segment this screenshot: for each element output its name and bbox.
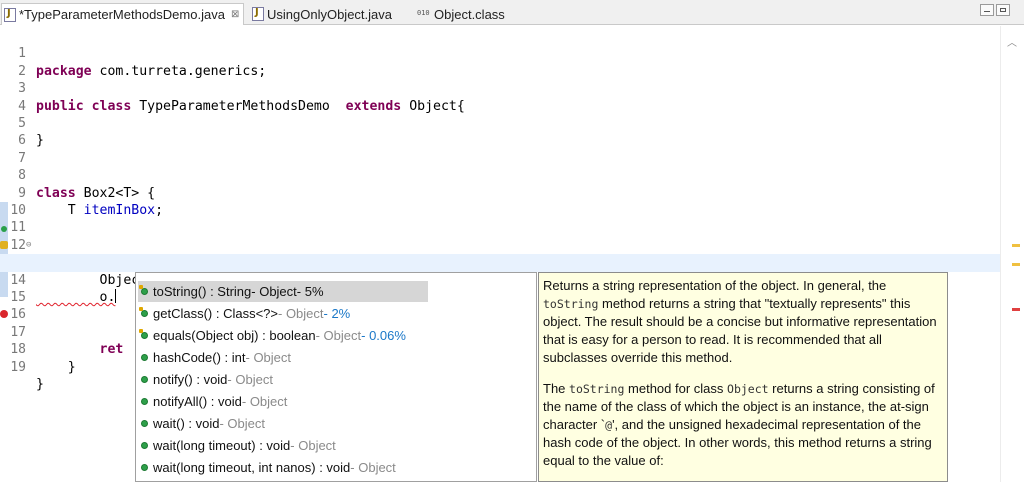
proposal-signature: getClass() : Class<?> [153, 306, 278, 321]
proposal-owner: - Object [290, 438, 336, 453]
proposal-owner: - Object [350, 460, 396, 475]
proposal-signature: hashCode() : int [153, 350, 246, 365]
proposal-signature: wait() : void [153, 416, 220, 431]
method-icon [141, 464, 148, 471]
close-icon[interactable]: ⊠ [231, 9, 239, 20]
maximize-icon[interactable] [996, 4, 1010, 16]
javadoc-paragraph: Returns a string representation of the o… [543, 278, 937, 365]
javadoc-popup[interactable]: Returns a string representation of the o… [538, 272, 948, 482]
proposal-owner: - Object [227, 372, 273, 387]
proposal-item[interactable]: wait() : void - Object [138, 413, 428, 434]
proposal-owner: - Object [278, 306, 324, 321]
code-line: 6 [0, 115, 1000, 148]
proposal-item[interactable]: notifyAll() : void - Object [138, 391, 428, 412]
code-line: 2 [0, 45, 1000, 79]
proposal-signature: notify() : void [153, 372, 228, 387]
proposal-owner: - Object [241, 394, 288, 409]
method-icon [141, 354, 148, 361]
method-icon [139, 285, 148, 295]
content-assist-popup[interactable]: toString() : String - Object - 5% getCla… [135, 272, 537, 482]
proposal-item[interactable]: toString() : String - Object - 5% [138, 281, 428, 302]
proposal-signature: wait(long timeout, int nanos) : void [153, 460, 351, 475]
code-line: 10 [0, 185, 1000, 218]
proposal-signature: toString() : String [153, 284, 252, 299]
line-number: 19 [10, 359, 26, 375]
method-icon [141, 398, 148, 405]
method-icon [139, 329, 148, 339]
code-line-current: 14 o. [0, 254, 1000, 305]
code-line: 1 package com.turreta.generics; [0, 28, 1000, 78]
proposal-owner: - Object [315, 328, 362, 343]
javadoc-paragraph: The toString method for class Object ret… [543, 381, 935, 468]
warning-marker[interactable] [1012, 263, 1020, 266]
proposal-signature: notifyAll() : void [153, 394, 242, 409]
tab-label: Object.class [434, 6, 505, 22]
proposal-signature: wait(long timeout) : void [153, 438, 291, 453]
method-icon [139, 307, 148, 317]
proposal-item[interactable]: getClass() : Class<?> - Object - 2% [138, 303, 428, 324]
chevron-up-icon[interactable]: ︿ [1007, 34, 1017, 49]
method-icon [141, 376, 148, 383]
tab-object-class[interactable]: Object.class [417, 3, 505, 25]
code-line: 11 ⊖ @Override [0, 202, 1000, 270]
editor-tab-bar: *TypeParameterMethodsDemo.java ⊠ UsingOn… [0, 0, 1024, 25]
code-line: 8 class Box2<T> { [0, 150, 1000, 200]
code-line: 9 T itemInBox; [0, 167, 1000, 218]
code-line: 3 public class TypeParameterMethodsDemo … [0, 63, 1000, 113]
code-line: 4 [0, 80, 1000, 114]
tab-label: *TypeParameterMethodsDemo.java [19, 7, 225, 22]
warning-marker[interactable] [1012, 244, 1020, 247]
code-line: 7 [0, 132, 1000, 166]
proposal-relevance: - 5% [296, 284, 324, 299]
tab-label: UsingOnlyObject.java [267, 6, 392, 22]
method-icon [141, 420, 148, 427]
code-text: } [36, 377, 44, 392]
error-marker[interactable] [1012, 308, 1020, 311]
minimize-icon[interactable] [980, 4, 994, 16]
overview-ruler[interactable]: ︿ [1000, 26, 1024, 482]
tab-usingonlyobject[interactable]: UsingOnlyObject.java [252, 3, 392, 25]
code-line: 12 public String toString() { [0, 219, 1000, 270]
method-icon [141, 442, 148, 449]
proposal-relevance: - 0.06% [361, 328, 406, 343]
proposal-item[interactable]: hashCode() : int - Object [138, 347, 428, 368]
proposal-owner: - Object [219, 416, 265, 431]
java-file-icon [4, 7, 16, 22]
code-line: 13 Object o = new Object(); [0, 237, 1000, 287]
class-file-icon [417, 7, 431, 21]
proposal-item[interactable]: notify() : void - Object [138, 369, 428, 390]
proposal-item[interactable]: wait(long timeout, int nanos) : void - O… [138, 457, 428, 478]
proposal-item[interactable]: equals(Object obj) : boolean - Object - … [138, 325, 428, 346]
tab-typeparametermethodsdemo[interactable]: *TypeParameterMethodsDemo.java ⊠ [1, 3, 245, 25]
proposal-owner: - Object [251, 284, 297, 299]
proposal-owner: - Object [245, 350, 292, 365]
code-line: 5 } [0, 98, 1000, 148]
proposal-item[interactable]: wait(long timeout) : void - Object [138, 435, 428, 456]
window-controls [980, 4, 1010, 16]
proposal-relevance: - 2% [323, 306, 351, 321]
proposal-signature: equals(Object obj) : boolean [153, 328, 316, 343]
java-file-icon [252, 7, 264, 21]
